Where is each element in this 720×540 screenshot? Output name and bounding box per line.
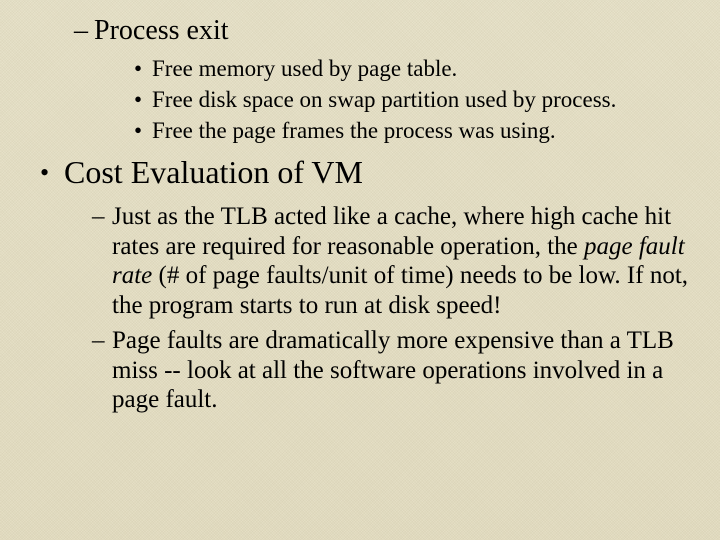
process-exit-sub: •Free the page frames the process was us… bbox=[134, 117, 692, 144]
dash-bullet-icon: – bbox=[92, 326, 112, 356]
process-exit-sub: •Free memory used by page table. bbox=[134, 55, 692, 82]
slide-body: –Process exit •Free memory used by page … bbox=[0, 0, 720, 415]
cost-eval-item: –Just as the TLB acted like a cache, whe… bbox=[92, 202, 692, 320]
item-text-post: (# of page faults/unit of time) needs to… bbox=[112, 262, 688, 319]
process-exit-heading: –Process exit bbox=[74, 14, 692, 47]
bullet-icon: • bbox=[134, 117, 152, 144]
cost-eval-label: Cost Evaluation of VM bbox=[64, 154, 363, 190]
process-exit-sub: •Free disk space on swap partition used … bbox=[134, 86, 692, 113]
dash-bullet-icon: – bbox=[92, 202, 112, 232]
process-exit-label: Process exit bbox=[94, 15, 229, 46]
bullet-icon: • bbox=[134, 55, 152, 82]
cost-eval-heading: •Cost Evaluation of VM bbox=[40, 154, 692, 192]
bullet-icon: • bbox=[134, 86, 152, 113]
sub-text: Free memory used by page table. bbox=[152, 56, 457, 81]
cost-eval-item: –Page faults are dramatically more expen… bbox=[92, 326, 692, 415]
item-text-pre: Page faults are dramatically more expens… bbox=[112, 327, 674, 413]
sub-text: Free disk space on swap partition used b… bbox=[152, 87, 616, 112]
sub-text: Free the page frames the process was usi… bbox=[152, 118, 556, 143]
dash-bullet-icon: – bbox=[74, 14, 94, 47]
